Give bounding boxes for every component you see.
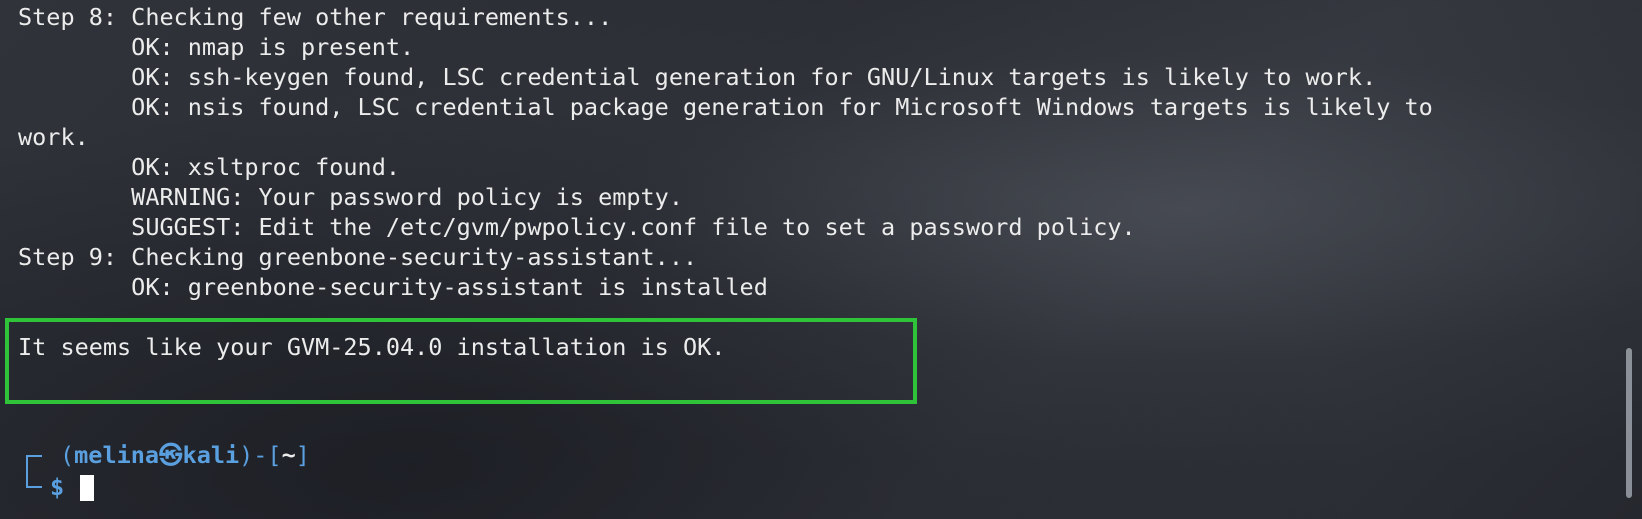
prompt-cwd: ~ xyxy=(281,441,296,469)
scrollbar[interactable] xyxy=(1626,348,1632,498)
prompt-separator: )-[ xyxy=(239,441,282,469)
output-line: Step 8: Checking few other requirements.… xyxy=(18,3,613,31)
result-message: It seems like your GVM-25.04.0 installat… xyxy=(18,333,726,361)
text-cursor[interactable] xyxy=(80,475,94,501)
output-line: Step 9: Checking greenbone-security-assi… xyxy=(18,243,698,271)
prompt-close-bracket: ] xyxy=(295,441,310,469)
output-line: OK: nsis found, LSC credential package g… xyxy=(18,93,1433,121)
output-line: work. xyxy=(18,123,89,151)
output-line: OK: ssh-keygen found, LSC credential gen… xyxy=(18,63,1377,91)
output-line: WARNING: Your password policy is empty. xyxy=(18,183,683,211)
prompt-host: kali xyxy=(182,441,240,469)
output-line: OK: nmap is present. xyxy=(18,33,415,61)
output-line: OK: greenbone-security-assistant is inst… xyxy=(18,273,768,301)
prompt-open-paren: ( xyxy=(60,441,75,469)
prompt-symbol: $ xyxy=(50,473,65,501)
terminal-window[interactable]: Step 8: Checking few other requirements.… xyxy=(0,0,1642,519)
output-line: SUGGEST: Edit the /etc/gvm/pwpolicy.conf… xyxy=(18,213,1136,241)
shell-prompt-header: (melina㉿kali)-[~] xyxy=(60,440,310,470)
prompt-corner-bottom-icon xyxy=(26,470,42,488)
output-line: OK: xsltproc found. xyxy=(18,153,401,181)
prompt-user: melina xyxy=(74,441,160,469)
prompt-at-symbol: ㉿ xyxy=(159,441,183,469)
